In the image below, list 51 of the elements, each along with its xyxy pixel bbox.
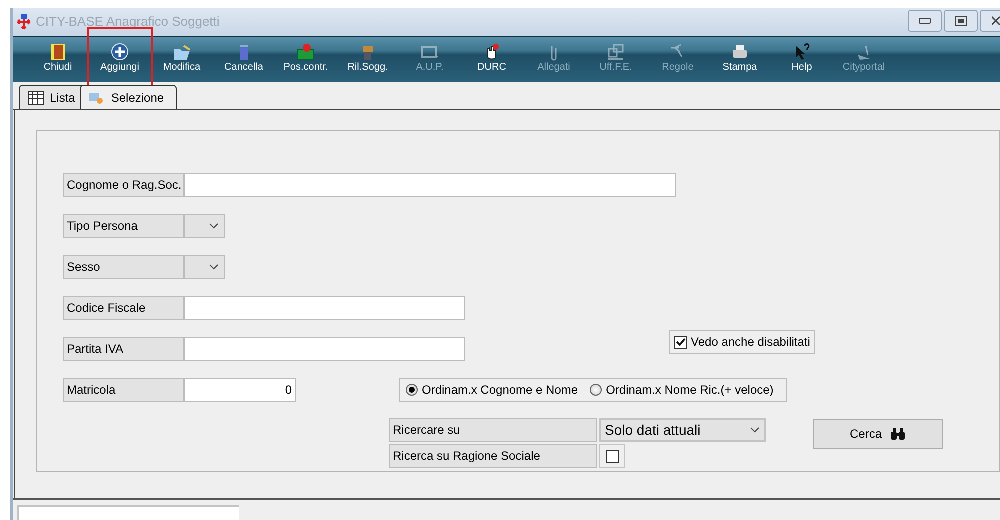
- input-field[interactable]: [184, 173, 676, 197]
- minimize-icon: [919, 18, 931, 24]
- input-field[interactable]: [184, 296, 465, 320]
- field-label: Cognome o Rag.Soc.: [63, 173, 184, 197]
- field-label: Codice Fiscale: [63, 296, 184, 320]
- binoculars-icon: [890, 427, 906, 441]
- toolbar-button[interactable]: Stampa: [720, 43, 760, 79]
- checkbox[interactable]: [674, 336, 687, 348]
- chevron-down-icon: [209, 264, 219, 270]
- toolbar-button[interactable]: Cancella: [222, 43, 266, 79]
- field-label: Sesso: [63, 255, 184, 279]
- checkbox-option[interactable]: Vedo anche disabilitati: [669, 330, 816, 354]
- app-logo-icon: [15, 13, 33, 31]
- dropdown[interactable]: Solo dati attuali: [599, 418, 766, 442]
- toolbar-button[interactable]: Aggiungi: [98, 43, 142, 79]
- tab[interactable]: Selezione: [80, 85, 178, 109]
- toolbar-button[interactable]: Modifica: [161, 43, 203, 79]
- field-label: Matricola: [63, 378, 184, 402]
- field-label: Ricercare su: [389, 418, 597, 442]
- chevron-down-icon: [750, 427, 760, 433]
- field-label: Tipo Persona: [63, 214, 184, 238]
- minimize-button[interactable]: [908, 10, 942, 32]
- checkbox[interactable]: [606, 450, 618, 462]
- table-icon: [28, 90, 44, 104]
- money-icon: [296, 43, 316, 61]
- maximize-button[interactable]: [944, 10, 978, 32]
- field-label: Ricerca su Ragione Sociale: [389, 444, 597, 468]
- chevron-down-icon: [209, 223, 219, 229]
- radio-option[interactable]: Ordinam.x Cognome e Nome: [406, 381, 578, 399]
- radio-option[interactable]: Ordinam.x Nome Ric.(+ veloce): [590, 381, 774, 399]
- field-label: Partita IVA: [63, 337, 184, 361]
- toolbar-button[interactable]: Chiudi: [42, 43, 74, 79]
- window-title: CITY-BASE Anagrafico Soggetti: [36, 13, 220, 32]
- screen-icon: [420, 43, 440, 61]
- plus-icon: [110, 43, 130, 61]
- printer-icon: [730, 43, 750, 61]
- close-icon: [992, 16, 1000, 26]
- toolbar-button[interactable]: DURC: [476, 43, 508, 79]
- radio-button[interactable]: [406, 384, 418, 396]
- maximize-icon: [955, 16, 967, 26]
- close-button[interactable]: [980, 10, 1000, 32]
- input-field[interactable]: 0: [184, 378, 296, 402]
- search-button[interactable]: Cerca: [813, 419, 943, 449]
- monitor-icon: [606, 43, 626, 61]
- toolbar-button[interactable]: Pos.contr.: [282, 43, 330, 79]
- toolbar-button[interactable]: Ril.Sogg.: [346, 43, 390, 79]
- search-icon: [89, 90, 106, 104]
- input-field[interactable]: [184, 337, 465, 361]
- toolbar-button[interactable]: Help: [790, 43, 814, 79]
- radio-button[interactable]: [590, 384, 602, 396]
- folder-icon: [172, 43, 192, 61]
